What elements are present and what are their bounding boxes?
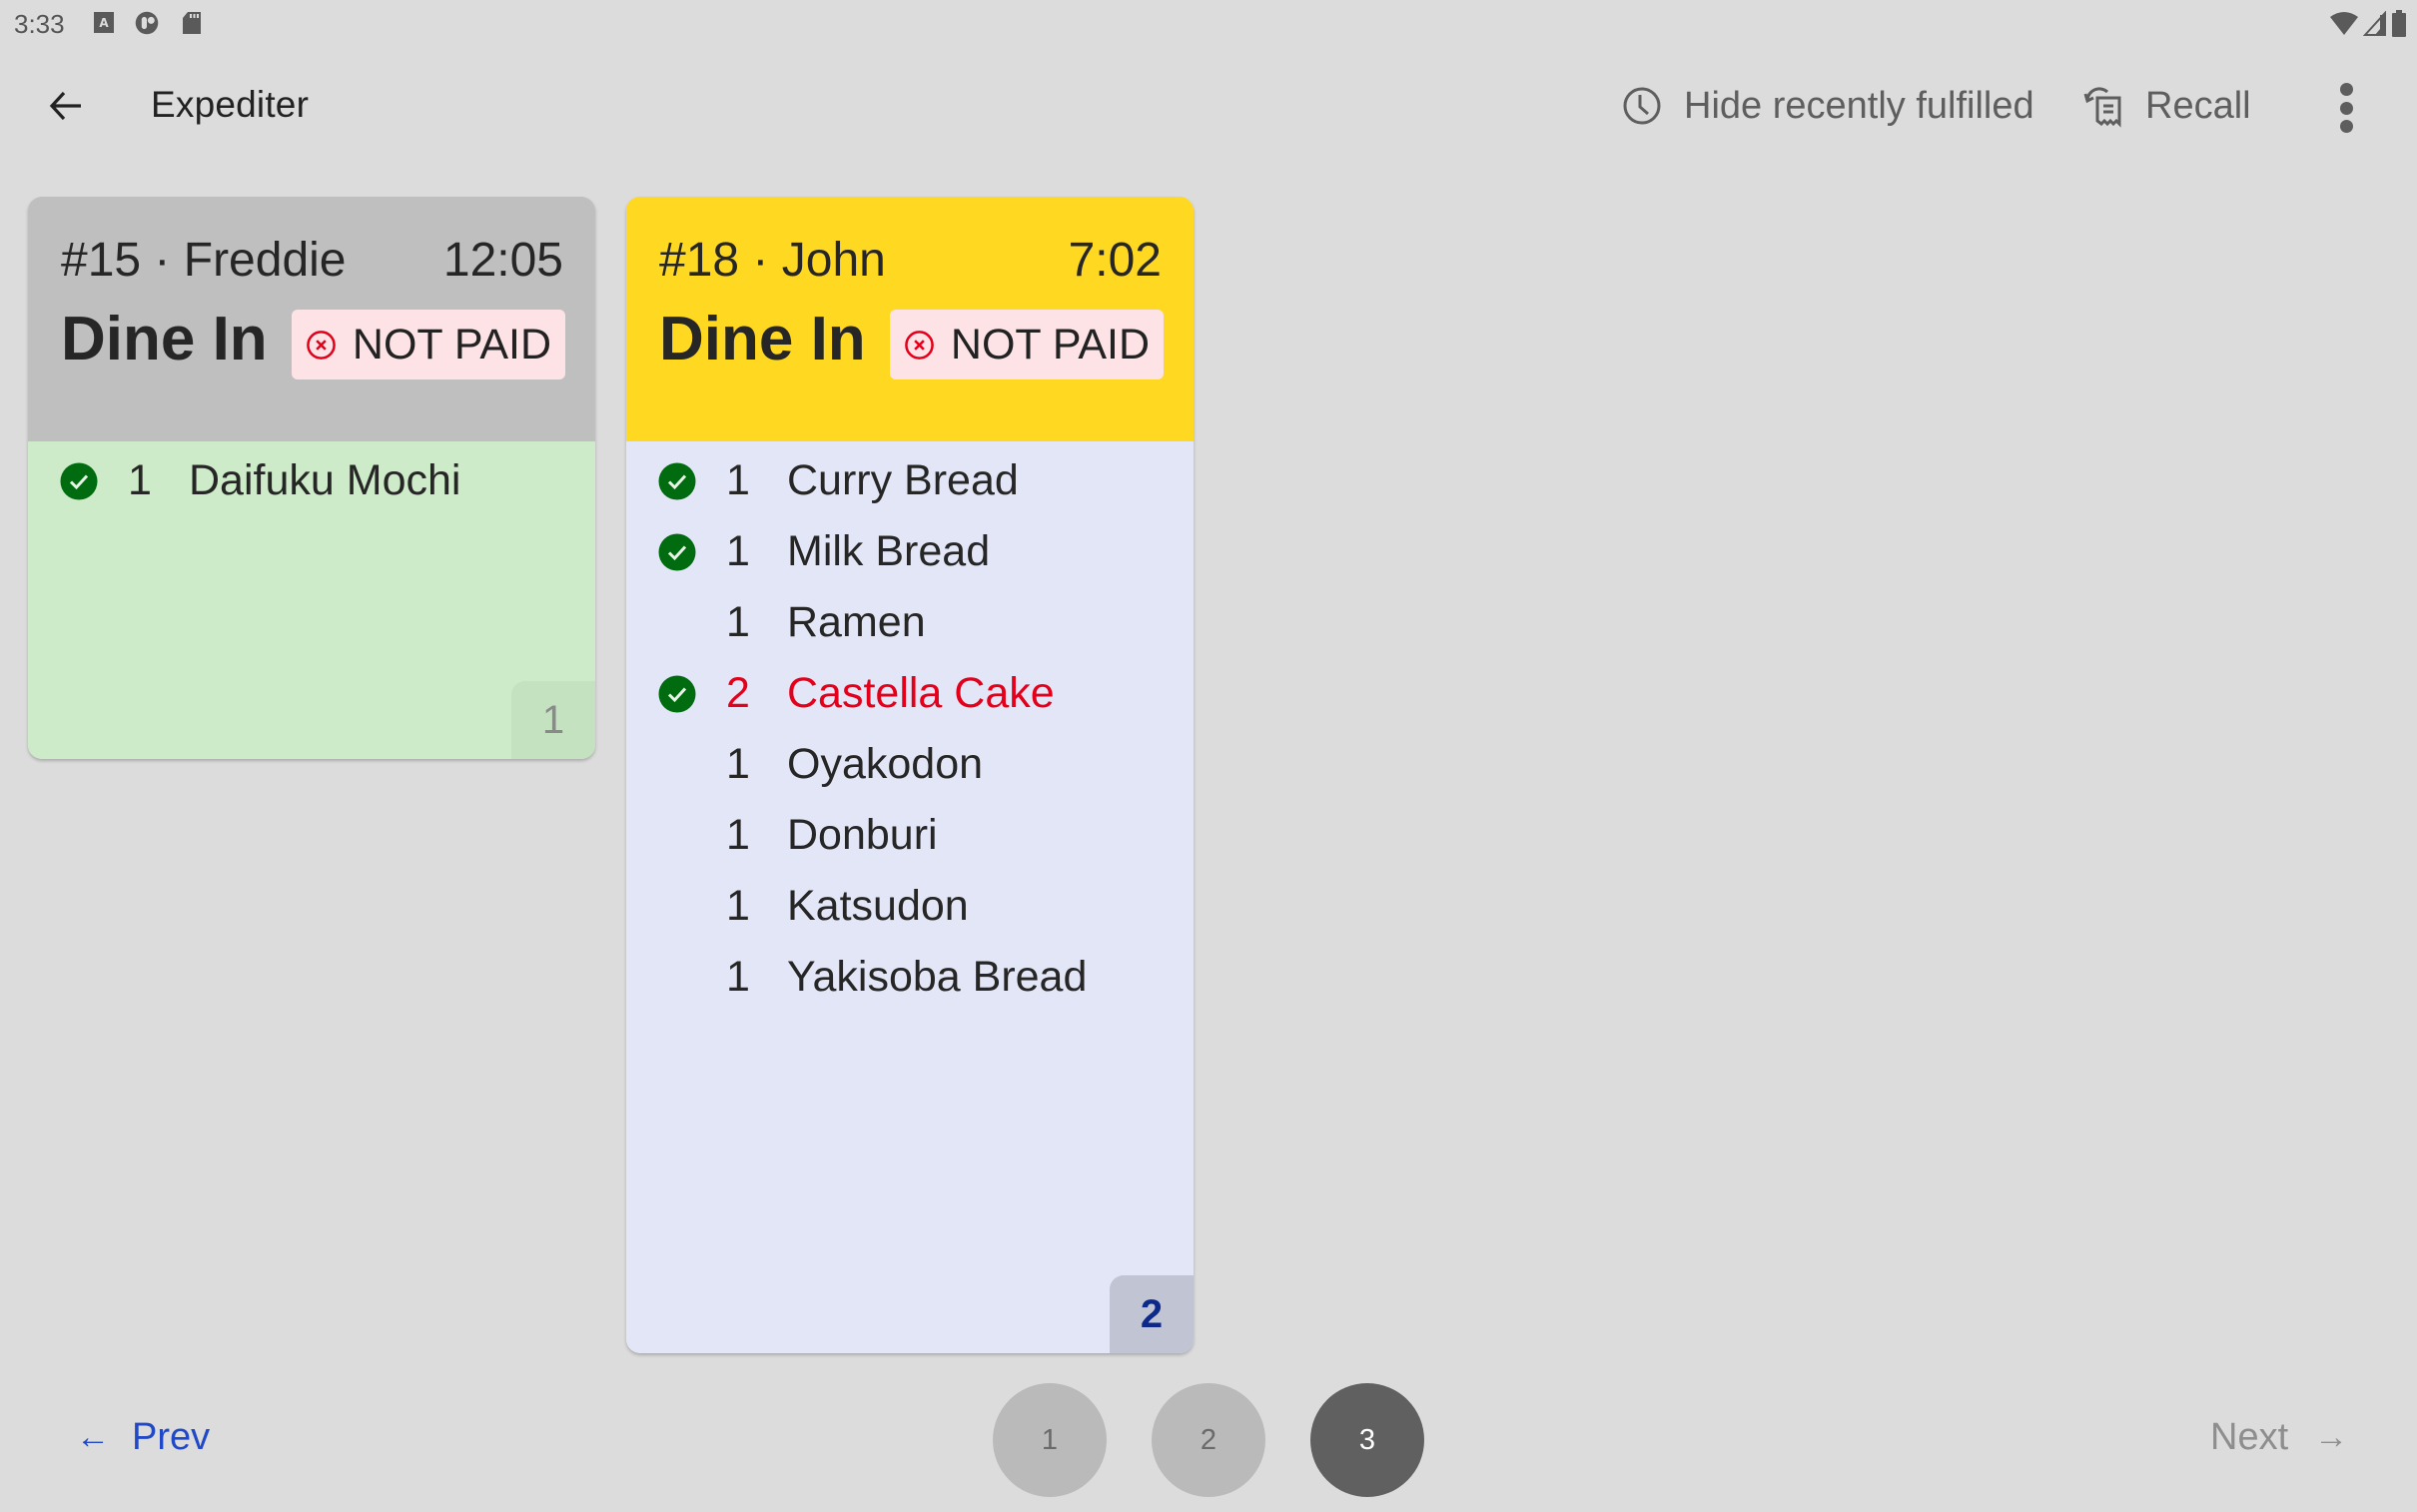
payment-status-label: NOT PAID xyxy=(950,320,1150,369)
item-name: Castella Cake xyxy=(787,669,1055,717)
arrow-left-icon: ← xyxy=(76,1418,110,1456)
hide-recently-fulfilled-label: Hide recently fulfilled xyxy=(1684,84,2034,127)
check-circle-icon xyxy=(658,675,696,712)
order-elapsed-time: 12:05 xyxy=(442,234,563,287)
page-button-2[interactable]: 2 xyxy=(1152,1383,1265,1497)
payment-status-badge: NOT PAID xyxy=(291,310,565,379)
next-label: Next xyxy=(2210,1416,2289,1458)
cell-signal-icon xyxy=(2363,11,2386,36)
next-page-button[interactable]: Next → xyxy=(2210,1416,2348,1459)
recall-button[interactable]: Recall xyxy=(2083,74,2251,138)
payment-status-label: NOT PAID xyxy=(352,320,551,369)
more-options-button[interactable] xyxy=(2323,78,2369,138)
order-item[interactable]: 1 Oyakodon xyxy=(626,729,1194,800)
order-card[interactable]: #15 · Freddie 12:05 Dine In NOT PAID 1 Da… xyxy=(28,197,595,759)
item-quantity: 1 xyxy=(726,456,750,504)
item-quantity: 1 xyxy=(726,527,750,575)
svg-text:A: A xyxy=(99,16,109,30)
sd-card-icon xyxy=(183,12,201,34)
hide-recently-fulfilled-button[interactable]: Hide recently fulfilled xyxy=(1622,74,2034,138)
item-quantity: 1 xyxy=(726,953,750,1001)
item-name: Katsudon xyxy=(787,882,969,930)
item-count-badge: 2 xyxy=(1110,1275,1194,1353)
item-quantity: 1 xyxy=(726,740,750,788)
item-name: Milk Bread xyxy=(787,527,991,575)
order-id-customer: #15 · Freddie xyxy=(61,234,347,287)
order-item[interactable]: 1 Yakisoba Bread xyxy=(626,942,1194,1013)
item-name: Donburi xyxy=(787,811,938,859)
arrow-right-icon: → xyxy=(2314,1418,2349,1456)
status-right-icons xyxy=(2329,10,2407,38)
item-quantity: 1 xyxy=(726,598,750,646)
item-name: Oyakodon xyxy=(787,740,984,788)
item-quantity: 1 xyxy=(128,456,152,504)
order-items-list: 1 Curry Bread 1 Milk Bread 1 Ramen 2 Castella C… xyxy=(626,441,1194,1353)
order-item[interactable]: 1 Curry Bread xyxy=(626,445,1194,516)
receipt-recall-icon xyxy=(2083,87,2121,128)
order-item[interactable]: 1 Daifuku Mochi xyxy=(28,445,595,516)
status-time: 3:33 xyxy=(14,9,65,39)
prev-label: Prev xyxy=(132,1416,211,1458)
app-circle-icon xyxy=(135,11,159,35)
item-name: Ramen xyxy=(787,598,926,646)
keyboard-a-icon: A xyxy=(94,12,114,33)
order-item[interactable]: 1 Milk Bread xyxy=(626,516,1194,587)
order-id-customer: #18 · John xyxy=(659,234,886,287)
item-count-badge: 1 xyxy=(511,681,595,759)
item-name: Daifuku Mochi xyxy=(189,456,461,504)
more-vert-icon-dot xyxy=(2339,120,2353,133)
item-name: Yakisoba Bread xyxy=(787,953,1088,1001)
order-card-header: #15 · Freddie 12:05 Dine In NOT PAID xyxy=(28,197,595,441)
item-quantity: 1 xyxy=(726,882,750,930)
cancel-circle-icon xyxy=(307,330,336,360)
order-items-list: 1 Daifuku Mochi 1 xyxy=(28,441,595,759)
recall-label: Recall xyxy=(2145,84,2251,127)
wifi-icon xyxy=(2330,12,2358,35)
order-item[interactable]: 1 Katsudon xyxy=(626,871,1194,942)
check-circle-icon xyxy=(60,462,98,499)
arrow-back-icon xyxy=(49,91,81,121)
page-button-1[interactable]: 1 xyxy=(993,1383,1107,1497)
prev-page-button[interactable]: ← Prev xyxy=(76,1416,210,1459)
battery-icon xyxy=(2392,10,2406,37)
item-quantity: 2 xyxy=(726,669,750,717)
check-circle-icon xyxy=(658,462,696,499)
back-button[interactable] xyxy=(36,80,96,132)
status-bar: 3:33 A xyxy=(0,0,2417,46)
cancel-circle-icon xyxy=(905,330,934,360)
more-vert-icon-dot xyxy=(2339,101,2353,115)
item-quantity: 1 xyxy=(726,811,750,859)
order-type: Dine In xyxy=(659,305,866,374)
page-button-3[interactable]: 3 xyxy=(1310,1383,1424,1497)
payment-status-badge: NOT PAID xyxy=(889,310,1164,379)
order-card[interactable]: #18 · John 7:02 Dine In NOT PAID 1 Curry … xyxy=(626,197,1194,1353)
clock-icon xyxy=(1623,87,1661,125)
order-type: Dine In xyxy=(61,305,268,374)
order-elapsed-time: 7:02 xyxy=(1068,234,1162,287)
order-card-header: #18 · John 7:02 Dine In NOT PAID xyxy=(626,197,1194,441)
check-circle-icon xyxy=(658,533,696,570)
order-item[interactable]: 2 Castella Cake xyxy=(626,658,1194,729)
page-title: Expediter xyxy=(151,84,310,125)
order-item[interactable]: 1 Donburi xyxy=(626,800,1194,871)
order-item[interactable]: 1 Ramen xyxy=(626,587,1194,658)
top-app-bar: Expediter Hide recently fulfilled Recall xyxy=(0,60,2417,152)
more-vert-icon-dot xyxy=(2339,83,2353,96)
item-name: Curry Bread xyxy=(787,456,1019,504)
